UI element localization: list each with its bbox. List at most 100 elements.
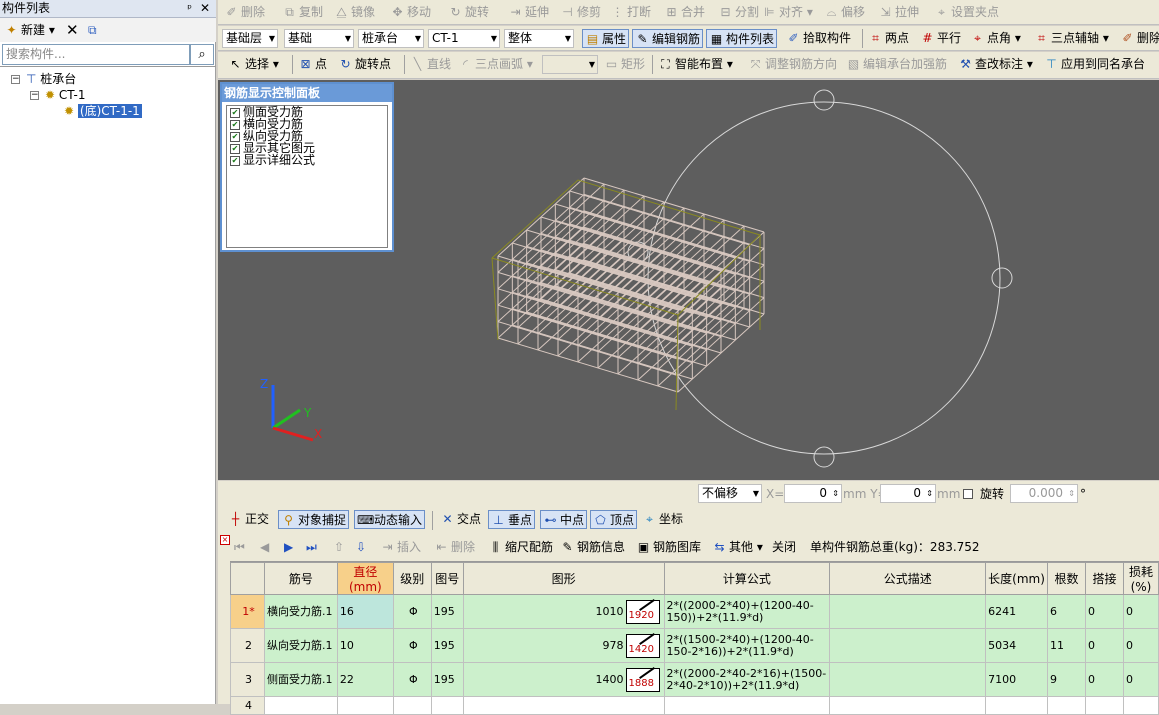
length-cell[interactable]: 6241 bbox=[985, 594, 1049, 629]
edit-reinforcement-button[interactable]: ▧ 编辑承台加强筋 bbox=[846, 55, 947, 74]
dynamic-input-button[interactable]: ⌨动态输入 bbox=[354, 510, 426, 529]
rebar-name-cell[interactable]: 侧面受力筋.1 bbox=[263, 662, 338, 697]
header-count[interactable]: 根数 bbox=[1047, 562, 1086, 595]
row-number-cell[interactable]: 3 bbox=[230, 662, 265, 697]
intersection-snap-button[interactable]: ✕ 交点 bbox=[440, 510, 481, 529]
lap-cell[interactable]: 0 bbox=[1084, 594, 1124, 629]
delete-axis-button[interactable]: ✐ 删除 bbox=[1120, 29, 1159, 48]
move-up-icon[interactable]: ⇧ bbox=[334, 538, 344, 557]
formula-desc-cell[interactable] bbox=[829, 628, 987, 663]
loss-cell[interactable]: 0 bbox=[1122, 628, 1159, 663]
collapse-icon[interactable]: − bbox=[30, 91, 39, 100]
formula-cell[interactable]: 2*((2000-2*40-2*16)+(1500-2*40-2*10))+2*… bbox=[663, 662, 831, 697]
first-record-icon[interactable]: ⏮ bbox=[234, 538, 245, 557]
rebar-info-button[interactable]: ✎ 钢筋信息 bbox=[560, 538, 625, 557]
point-button[interactable]: ⊠ 点 bbox=[298, 55, 327, 74]
rectangle-button[interactable]: ▭ 矩形 bbox=[604, 55, 645, 74]
category-select[interactable]: 基础 ▼ bbox=[284, 29, 354, 48]
diameter-cell[interactable]: 16 bbox=[336, 594, 394, 629]
row-number-cell[interactable]: 4 bbox=[230, 696, 265, 715]
tree-node-ct1-1[interactable]: ✹ (底)CT-1-1 bbox=[64, 103, 142, 119]
loss-cell[interactable]: 0 bbox=[1122, 594, 1159, 629]
tree-node-ct1[interactable]: ✹ CT-1 bbox=[45, 87, 85, 103]
line-button[interactable]: ╲ 直线 bbox=[410, 55, 451, 74]
loss-cell[interactable]: 0 bbox=[1122, 662, 1159, 697]
rebar-name-cell[interactable]: 纵向受力筋.1 bbox=[263, 628, 338, 663]
empty-cell[interactable] bbox=[263, 696, 338, 715]
split-button[interactable]: ⊟ 分割 bbox=[718, 3, 759, 22]
header-figure-no[interactable]: 图号 bbox=[430, 562, 464, 595]
row-number-cell[interactable]: 1* bbox=[230, 594, 265, 629]
rotate-checkbox[interactable] bbox=[963, 489, 973, 499]
apply-same-name-button[interactable]: ⊤ 应用到同名承台 bbox=[1044, 55, 1145, 74]
delete-icon[interactable]: ✕ bbox=[66, 21, 79, 39]
figure-no-cell[interactable]: 195 bbox=[430, 628, 464, 663]
checkbox-checked-icon[interactable]: ✔ bbox=[230, 131, 240, 142]
empty-cell[interactable] bbox=[1084, 696, 1124, 715]
align-button[interactable]: ⊫ 对齐 ▾ bbox=[762, 3, 813, 22]
header-shape[interactable]: 图形 bbox=[462, 562, 665, 595]
lap-cell[interactable]: 0 bbox=[1084, 628, 1124, 663]
x-offset-input[interactable]: 0 ⇕ bbox=[784, 484, 842, 503]
set-grip-button[interactable]: ⌖ 设置夹点 bbox=[934, 3, 999, 22]
length-cell[interactable]: 7100 bbox=[985, 662, 1049, 697]
count-cell[interactable]: 6 bbox=[1047, 594, 1086, 629]
row-number-cell[interactable]: 2 bbox=[230, 628, 265, 663]
shape-cell[interactable]: 1010 1920 bbox=[462, 594, 665, 629]
floor-select[interactable]: 基础层 ▼ bbox=[222, 29, 278, 48]
table-row[interactable]: 1* 横向受力筋.1 16 Φ 195 1010 1920 2*((2000-2*40)+(1… bbox=[230, 594, 1159, 629]
checkbox-checked-icon[interactable]: ✔ bbox=[230, 107, 240, 118]
other-button[interactable]: ⇆ 其他 ▾ bbox=[712, 538, 762, 557]
formula-cell[interactable]: 2*((2000-2*40)+(1200-40-150))+2*(11.9*d) bbox=[663, 594, 831, 629]
checkbox-checked-icon[interactable]: ✔ bbox=[230, 119, 240, 130]
table-row-empty[interactable]: 4 bbox=[230, 696, 1159, 715]
header-grade[interactable]: 级别 bbox=[392, 562, 432, 595]
empty-cell[interactable] bbox=[829, 696, 987, 715]
component-select[interactable]: CT-1 ▼ bbox=[428, 29, 500, 48]
type-select[interactable]: 桩承台 ▼ bbox=[358, 29, 424, 48]
checkbox-checked-icon[interactable]: ✔ bbox=[230, 155, 240, 166]
copy-button[interactable]: ⧉ 复制 bbox=[282, 3, 323, 22]
tree-node-root[interactable]: ⊤ 桩承台 bbox=[26, 71, 76, 87]
extend-button[interactable]: ⇥ 延伸 bbox=[508, 3, 549, 22]
empty-cell[interactable] bbox=[1122, 696, 1159, 715]
last-record-icon[interactable]: ⏭ bbox=[306, 538, 317, 557]
figure-no-cell[interactable]: 195 bbox=[430, 662, 464, 697]
next-record-icon[interactable]: ▶ bbox=[284, 538, 293, 557]
diameter-cell[interactable]: 22 bbox=[336, 662, 394, 697]
pin-icon[interactable]: ᵖ bbox=[187, 0, 192, 17]
header-length[interactable]: 长度(mm) bbox=[985, 562, 1049, 595]
shape-cell[interactable]: 978 1420 bbox=[462, 628, 665, 663]
new-button[interactable]: ✦ 新建 ▾ bbox=[4, 21, 54, 39]
grade-cell[interactable]: Φ bbox=[392, 594, 432, 629]
merge-button[interactable]: ⊞ 合并 bbox=[664, 3, 705, 22]
ortho-button[interactable]: ┼ 正交 bbox=[228, 510, 269, 529]
count-cell[interactable]: 11 bbox=[1047, 628, 1086, 663]
header-formula[interactable]: 计算公式 bbox=[663, 562, 831, 595]
vertex-snap-button[interactable]: ⬠ 顶点 bbox=[590, 510, 638, 529]
pick-component-button[interactable]: ✐ 拾取构件 bbox=[786, 29, 851, 48]
empty-cell[interactable] bbox=[462, 696, 665, 715]
offset-button[interactable]: ⌓ 偏移 bbox=[824, 3, 865, 22]
y-offset-input[interactable]: 0 ⇕ bbox=[880, 484, 936, 503]
grade-cell[interactable]: Φ bbox=[392, 628, 432, 663]
two-point-axis-button[interactable]: ⌗ 两点 bbox=[868, 29, 909, 48]
three-point-axis-button[interactable]: ⌗ 三点辅轴 ▾ bbox=[1034, 29, 1109, 48]
search-icon[interactable]: ⌕ bbox=[190, 44, 214, 65]
parallel-axis-button[interactable]: # 平行 bbox=[920, 29, 961, 48]
table-row[interactable]: 2 纵向受力筋.1 10 Φ 195 978 1420 2*((1500-2*40)+(120… bbox=[230, 628, 1159, 663]
delete-button[interactable]: ✐ 删除 bbox=[224, 3, 265, 22]
select-button[interactable]: ↖ 选择 ▾ bbox=[228, 55, 278, 74]
formula-cell[interactable]: 2*((1500-2*40)+(1200-40-150-2*16))+2*(11… bbox=[663, 628, 831, 663]
offset-mode-select[interactable]: 不偏移 ▼ bbox=[698, 484, 762, 503]
diameter-cell[interactable]: 10 bbox=[336, 628, 394, 663]
arc-option-select[interactable]: ▼ bbox=[542, 55, 598, 74]
edit-rebar-button[interactable]: ✎ 编辑钢筋 bbox=[632, 29, 704, 48]
move-down-icon[interactable]: ⇩ bbox=[356, 538, 366, 557]
perpendicular-snap-button[interactable]: ⊥ 垂点 bbox=[488, 510, 536, 529]
option-show-formula[interactable]: ✔ 显示详细公式 bbox=[227, 154, 387, 166]
delete-row-button[interactable]: ⇤ 删除 bbox=[434, 538, 475, 557]
search-input[interactable]: 搜索构件... bbox=[2, 44, 190, 65]
empty-cell[interactable] bbox=[336, 696, 394, 715]
grade-cell[interactable]: Φ bbox=[392, 662, 432, 697]
